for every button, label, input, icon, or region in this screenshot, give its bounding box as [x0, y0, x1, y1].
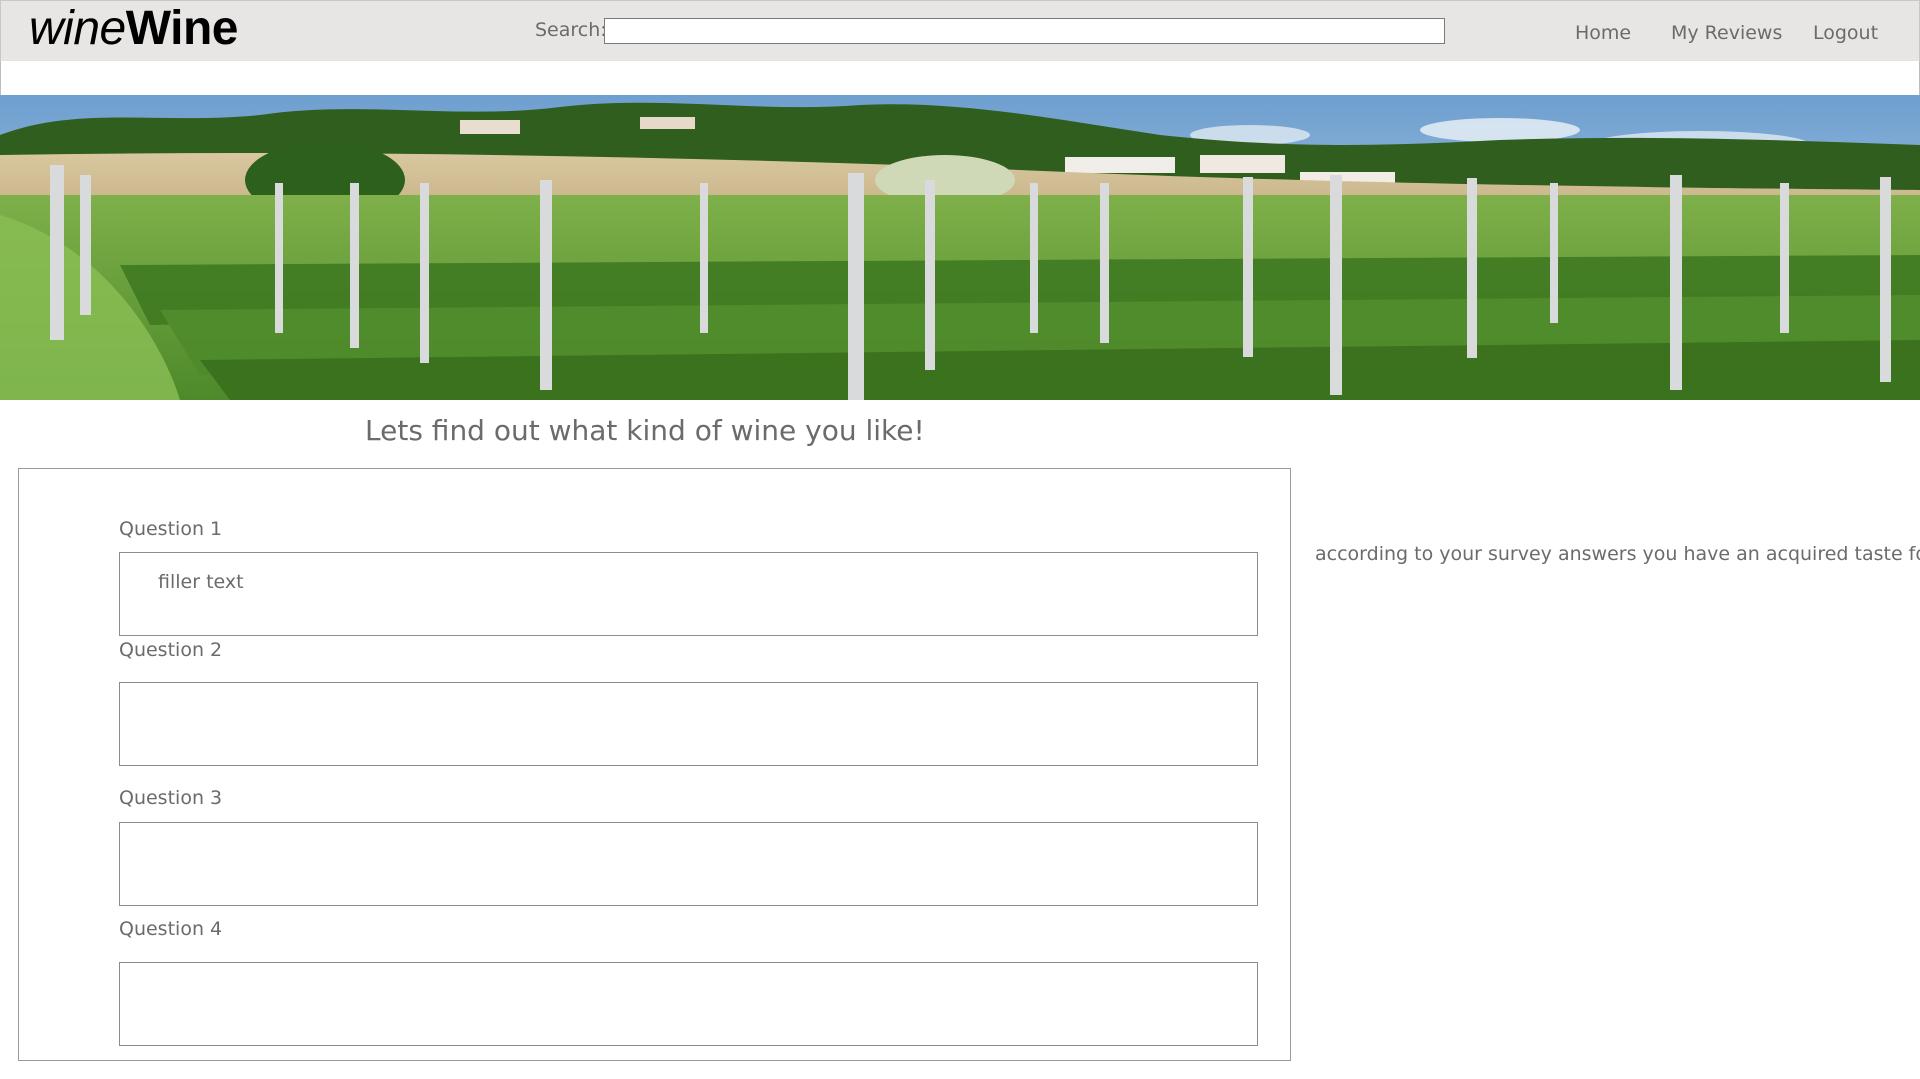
survey-form: Question 1 filler text Question 2 Questi… [18, 468, 1291, 1061]
vineyard-banner-image [0, 95, 1920, 400]
site-logo[interactable]: wineWine [29, 1, 238, 57]
page-headline: Lets find out what kind of wine you like… [365, 414, 925, 447]
question-4-input[interactable] [119, 962, 1258, 1046]
nav-my-reviews-link[interactable]: My Reviews [1671, 22, 1782, 44]
secondary-bar [0, 60, 1920, 96]
question-2-label: Question 2 [119, 639, 223, 661]
search-input[interactable] [604, 18, 1445, 44]
question-3-input[interactable] [119, 822, 1258, 906]
survey-result-text: according to your survey answers you hav… [1315, 543, 1920, 565]
question-1-input[interactable]: filler text [119, 552, 1258, 636]
logo-light-text: wine [29, 2, 126, 55]
nav-home-link[interactable]: Home [1575, 22, 1631, 44]
top-navbar: wineWine Search: Home My Reviews Logout [0, 0, 1920, 61]
question-1-label: Question 1 [119, 518, 223, 540]
logo-bold-text: Wine [125, 2, 239, 55]
search-label: Search: [535, 19, 607, 41]
question-4-label: Question 4 [119, 918, 223, 940]
page: wineWine Search: Home My Reviews Logout [0, 0, 1920, 1079]
nav-logout-link[interactable]: Logout [1813, 22, 1878, 44]
question-3-label: Question 3 [119, 787, 223, 809]
question-2-input[interactable] [119, 682, 1258, 766]
